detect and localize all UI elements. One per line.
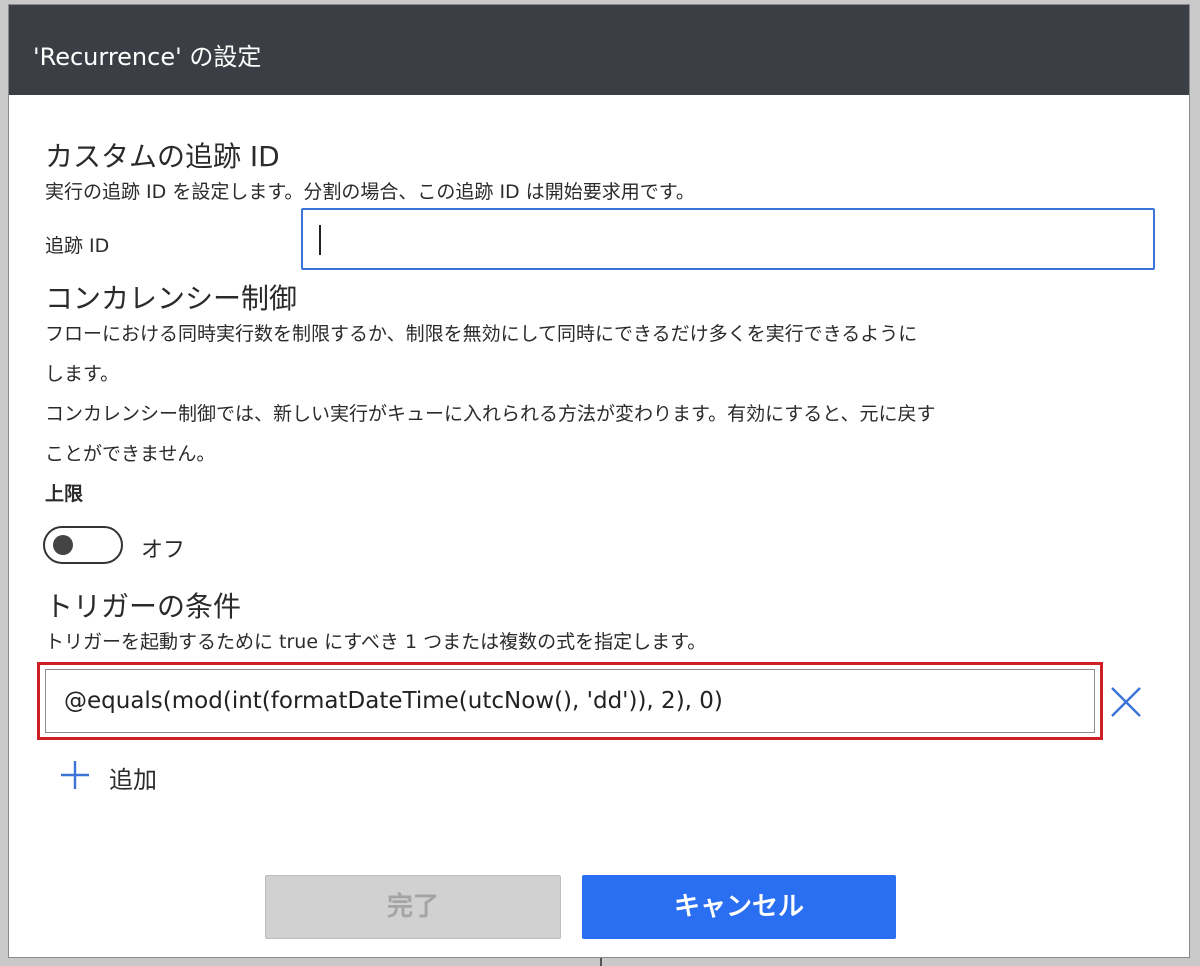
window-edge-mark (600, 958, 602, 966)
limit-label: 上限 (45, 483, 84, 505)
tracking-id-input[interactable] (301, 208, 1155, 270)
concurrency-description-line: します。 (45, 363, 120, 385)
trigger-condition-input[interactable]: @equals(mod(int(formatDateTime(utcNow(),… (45, 669, 1095, 733)
add-condition-label: 追加 (109, 766, 157, 794)
close-icon[interactable] (1109, 685, 1143, 719)
tracking-description: 実行の追跡 ID を設定します。分割の場合、この追跡 ID は開始要求用です。 (45, 181, 695, 203)
concurrency-description-line: フローにおける同時実行数を制限するか、制限を無効にして同時にできるだけ多くを実行… (45, 323, 918, 345)
add-condition-button[interactable]: 追加 (59, 755, 229, 795)
dialog-titlebar: 'Recurrence' の設定 (9, 5, 1189, 95)
trigger-conditions-heading: トリガーの条件 (45, 590, 242, 623)
concurrency-heading: コンカレンシー制御 (45, 282, 298, 315)
done-button[interactable]: 完了 (265, 875, 561, 939)
tracking-heading: カスタムの追跡 ID (45, 140, 280, 173)
cancel-button[interactable]: キャンセル (582, 875, 896, 939)
toggle-knob (53, 535, 73, 555)
settings-dialog: 'Recurrence' の設定 カスタムの追跡 ID 実行の追跡 ID を設定… (8, 4, 1190, 958)
trigger-condition-value: @equals(mod(int(formatDateTime(utcNow(),… (64, 688, 723, 714)
tracking-id-label: 追跡 ID (45, 235, 110, 257)
concurrency-toggle[interactable] (43, 526, 123, 564)
trigger-conditions-description: トリガーを起動するために true にすべき 1 つまたは複数の式を指定します。 (45, 631, 707, 653)
plus-icon (61, 761, 89, 789)
concurrency-description-line: コンカレンシー制御では、新しい実行がキューに入れられる方法が変わります。有効にす… (45, 403, 936, 425)
dialog-title: 'Recurrence' の設定 (33, 43, 262, 71)
concurrency-description-line: ことができません。 (45, 443, 216, 465)
text-caret (319, 225, 321, 255)
toggle-state-label: オフ (141, 538, 186, 563)
